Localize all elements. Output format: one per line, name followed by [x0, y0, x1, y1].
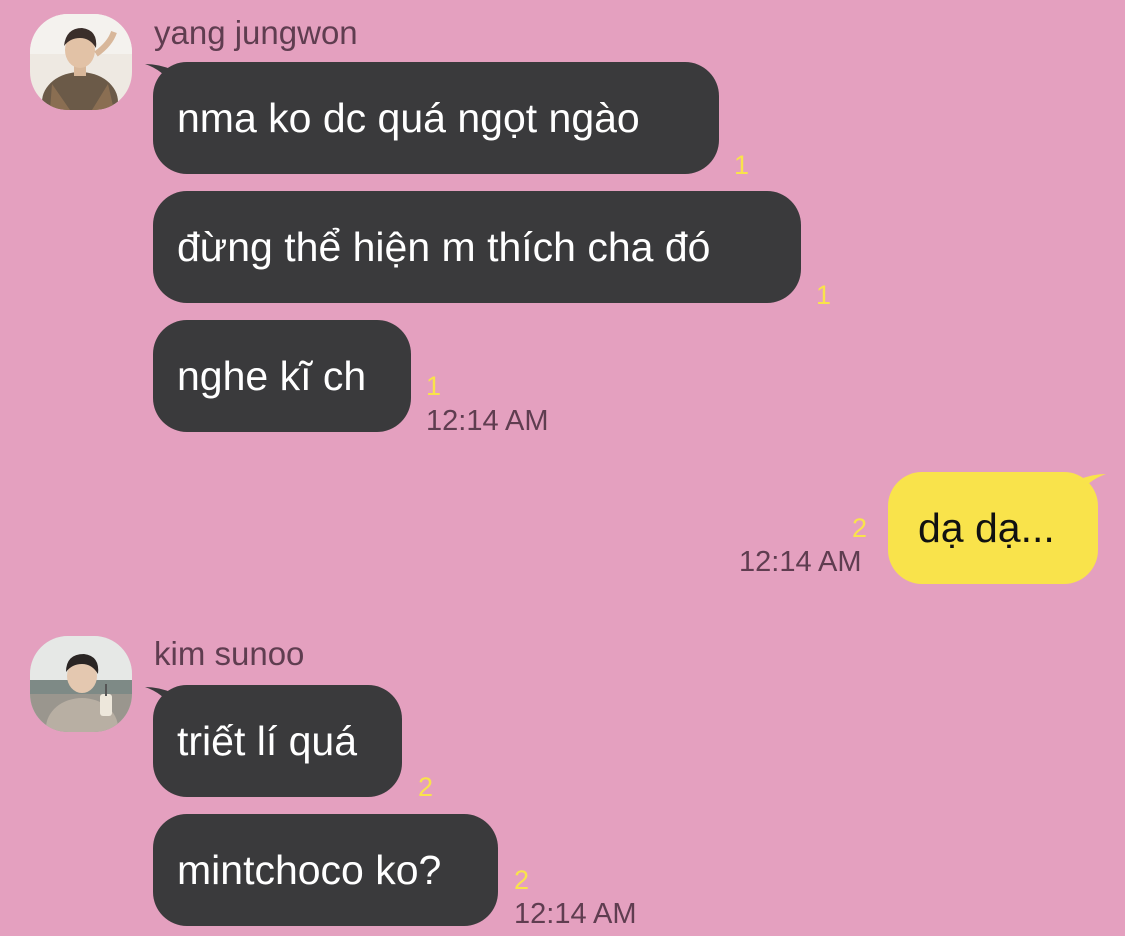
- jungwon-avatar[interactable]: [30, 14, 132, 110]
- unread-count: 2: [514, 865, 530, 895]
- message-timestamp: 12:14 AM: [739, 546, 862, 578]
- unread-count: 1: [816, 280, 832, 310]
- message-bubble[interactable]: đừng thể hiện m thích cha đó: [153, 191, 801, 303]
- unread-count: 1: [734, 150, 750, 180]
- message-bubble[interactable]: mintchoco ko?: [153, 814, 498, 926]
- message-bubble[interactable]: nghe kĩ ch: [153, 320, 411, 432]
- sunoo-avatar-photo-icon: [30, 636, 132, 732]
- unread-count: 2: [418, 772, 434, 802]
- message-bubble[interactable]: nma ko dc quá ngọt ngào: [153, 62, 719, 174]
- sunoo-sender-name: kim sunoo: [154, 635, 305, 672]
- message-timestamp: 12:14 AM: [426, 405, 549, 437]
- jungwon-avatar-photo-icon: [30, 14, 132, 110]
- my-bubble-tail: [1078, 474, 1106, 496]
- message-timestamp: 12:14 AM: [514, 898, 637, 930]
- my-message-bubble[interactable]: dạ dạ...: [888, 472, 1098, 584]
- message-bubble[interactable]: triết lí quá: [153, 685, 402, 797]
- jungwon-sender-name: yang jungwon: [154, 14, 358, 51]
- unread-count: 1: [426, 371, 442, 401]
- sunoo-avatar[interactable]: [30, 636, 132, 732]
- unread-count: 2: [852, 513, 868, 543]
